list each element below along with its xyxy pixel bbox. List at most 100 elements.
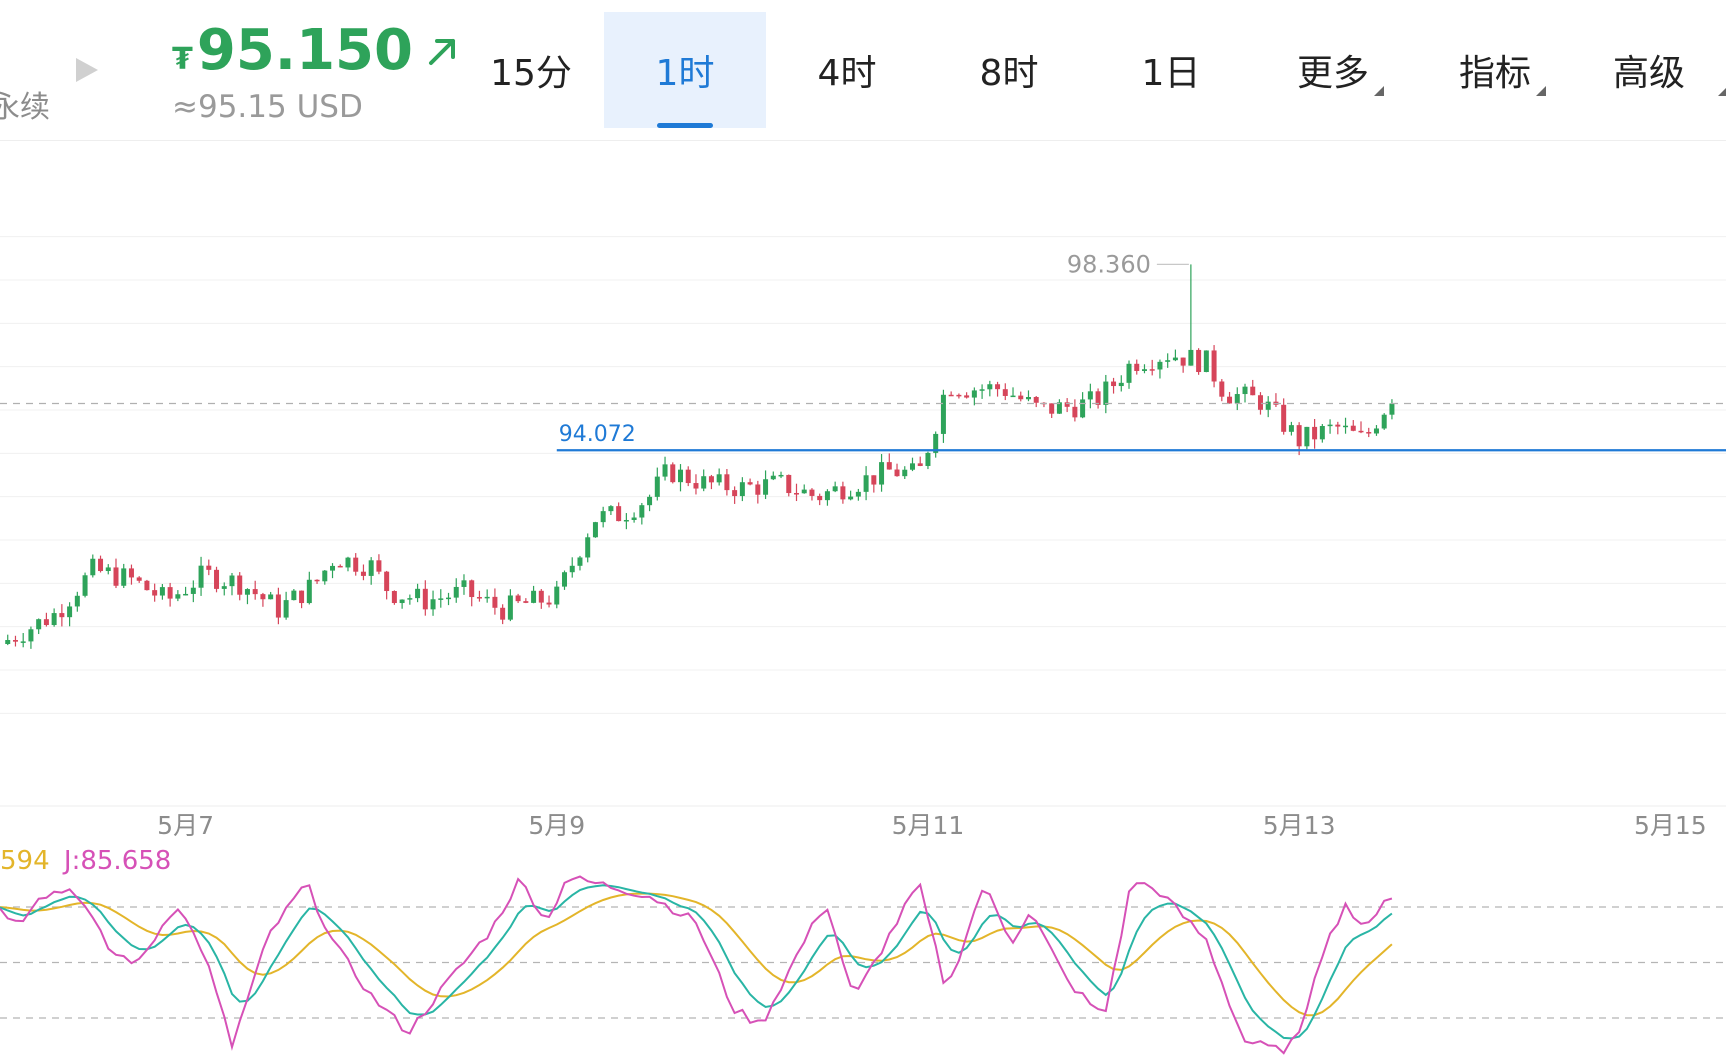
candle-body: [430, 599, 436, 610]
candle-body: [1087, 391, 1093, 400]
play-icon[interactable]: [76, 58, 98, 82]
candle: [515, 593, 521, 604]
kdj-indicator-chart[interactable]: [0, 850, 1726, 1062]
candle: [1327, 419, 1333, 434]
candle: [886, 453, 892, 470]
candle: [299, 590, 305, 609]
tab-1d[interactable]: 1日: [1090, 12, 1252, 128]
candle: [167, 582, 173, 607]
candle-body: [399, 599, 405, 604]
candle: [407, 594, 413, 605]
candle: [739, 477, 745, 502]
candle-body: [446, 597, 452, 600]
candle-body: [832, 486, 838, 492]
candle: [461, 574, 467, 595]
candle-body: [36, 619, 42, 630]
tab-label: 1日: [1141, 53, 1201, 94]
candle-body: [523, 601, 529, 603]
dropdown-corner-icon: [1374, 86, 1384, 96]
tab-more[interactable]: 更多: [1252, 12, 1414, 128]
candle: [685, 466, 691, 487]
candle-body: [1373, 428, 1379, 434]
high-value-label: 98.360: [1067, 250, 1151, 278]
candle: [909, 457, 915, 472]
candle: [902, 466, 908, 480]
candle-body: [1049, 403, 1055, 414]
candle-body: [639, 505, 645, 518]
candle-body: [229, 575, 235, 587]
candle: [1033, 396, 1039, 408]
candle-body: [5, 640, 11, 644]
candle-body: [1118, 382, 1124, 387]
candle-body: [206, 565, 212, 570]
candle-body: [128, 568, 134, 578]
candle: [600, 506, 606, 528]
candle-body: [322, 570, 328, 582]
candle: [763, 470, 769, 500]
candle: [1010, 387, 1016, 398]
candle: [1366, 427, 1372, 438]
candle: [67, 602, 73, 627]
candle-body: [732, 490, 738, 497]
candle: [1157, 359, 1163, 379]
candle: [221, 582, 227, 596]
candle-body: [1312, 426, 1318, 440]
x-tick-label: 5月15: [1634, 811, 1707, 840]
candle-body: [1219, 381, 1225, 397]
candle: [105, 564, 111, 575]
candle: [469, 579, 475, 607]
candle-body: [299, 590, 305, 604]
candle-body: [113, 567, 119, 586]
candle-body: [1095, 391, 1101, 405]
candle: [175, 590, 181, 602]
tab-8h[interactable]: 8时: [928, 12, 1090, 128]
candle: [979, 384, 985, 399]
candle: [59, 604, 65, 627]
chart-header: 永续 ₮ 95.150 ≈95.15 USD 15分 1时 4时 8时 1日 更…: [0, 0, 1726, 141]
candle: [1335, 421, 1341, 435]
candle-body: [1250, 386, 1256, 396]
candle-body: [1358, 430, 1364, 433]
candle: [778, 471, 784, 479]
candle: [701, 469, 707, 492]
candle-body: [600, 511, 606, 523]
candle: [786, 474, 792, 497]
tab-advanced[interactable]: 高级: [1568, 12, 1726, 128]
candle: [214, 566, 220, 593]
candle: [360, 564, 366, 581]
candle: [306, 571, 312, 605]
tab-1h[interactable]: 1时: [604, 12, 766, 128]
candle-body: [654, 476, 660, 497]
candle: [476, 590, 482, 602]
tab-indicators[interactable]: 指标: [1414, 12, 1576, 128]
candle: [1134, 359, 1140, 375]
candles-layer: [5, 264, 1395, 649]
candle-body: [531, 590, 537, 603]
tab-label: 更多: [1296, 53, 1369, 94]
grid-layer: [0, 236, 1726, 807]
candle-body: [871, 475, 877, 485]
tab-15m[interactable]: 15分: [450, 12, 612, 128]
candle: [1002, 383, 1008, 401]
candle: [964, 392, 970, 399]
candle: [36, 618, 42, 635]
candle-body: [964, 395, 970, 398]
candle: [507, 589, 513, 622]
candle: [446, 592, 452, 606]
candle-body: [554, 586, 560, 605]
candle-body: [1033, 397, 1039, 403]
candle: [438, 589, 444, 608]
candle-body: [492, 596, 498, 608]
candle: [670, 462, 676, 484]
candle: [330, 563, 336, 579]
candle-body: [755, 484, 761, 495]
tab-4h[interactable]: 4时: [766, 12, 928, 128]
candle-body: [1389, 403, 1395, 415]
candle: [368, 557, 374, 585]
candle-body: [647, 496, 653, 506]
candle: [871, 475, 877, 493]
candle: [616, 502, 622, 522]
candle: [716, 468, 722, 486]
candle-body: [1335, 424, 1341, 427]
candlestick-chart[interactable]: 94.072 98.360 5月7 5月9 5月11 5月13 5月15: [0, 140, 1726, 850]
